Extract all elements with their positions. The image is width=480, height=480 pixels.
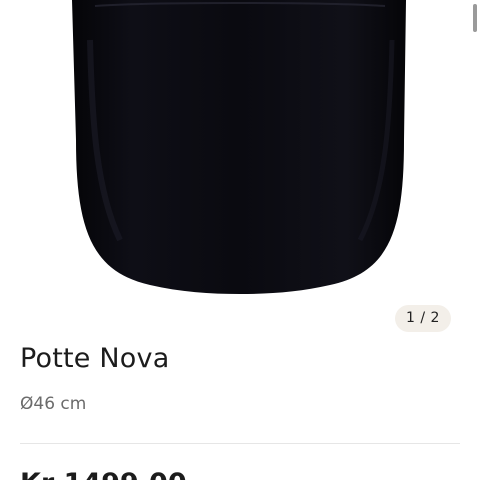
product-image[interactable] <box>0 0 480 300</box>
divider <box>20 443 460 444</box>
pot-illustration <box>72 0 406 294</box>
scrollbar-thumb[interactable] <box>473 4 477 32</box>
image-counter-badge: 1 / 2 <box>395 305 451 332</box>
product-price: Kr 1499,00 <box>20 468 187 480</box>
product-size: Ø46 cm <box>20 394 87 414</box>
product-title: Potte Nova <box>20 343 170 374</box>
